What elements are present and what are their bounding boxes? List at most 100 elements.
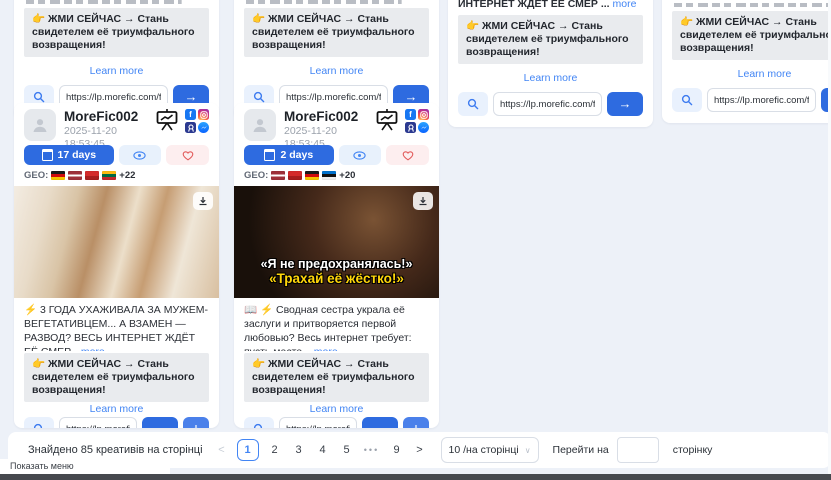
search-icon <box>253 91 265 103</box>
instagram-icon <box>198 109 209 120</box>
headline-banner: 👉 ЖМИ СЕЙЧАС → Стань свидетелем её триум… <box>244 353 429 402</box>
landing-url-input[interactable] <box>493 92 602 116</box>
overlay-line-1: «Я не предохранялась!» <box>234 257 439 271</box>
favorite-button[interactable] <box>166 145 209 165</box>
description-text: ⚡ 3 ГОДА УХАЖИВАЛА ЗА МУЖЕМ-ВЕГЕТАТИВЦЕМ… <box>24 304 208 351</box>
open-url-button[interactable]: → <box>362 417 398 428</box>
more-link[interactable]: more <box>613 0 637 10</box>
search-button[interactable] <box>24 417 54 428</box>
chevron-down-icon: ∨ <box>525 446 531 455</box>
preview-button[interactable] <box>119 145 162 165</box>
description-text: 📖 ⚡ Сводная сестра украла её заслуги и п… <box>244 304 412 351</box>
days-running-button[interactable]: 2 days <box>244 145 334 165</box>
profile-name: MoreFic002 <box>284 109 375 125</box>
presentation-chart-icon[interactable] <box>155 109 179 131</box>
creative-card-partial: 👉 ЖМИ СЕЙЧАС → Стань свидетелем её триум… <box>14 0 219 120</box>
page-button-5[interactable]: 5 <box>339 444 355 456</box>
creative-image[interactable] <box>14 186 219 298</box>
more-link[interactable]: more <box>81 346 105 351</box>
arrow-right-icon: → <box>374 421 387 428</box>
search-button[interactable] <box>244 417 274 428</box>
days-label: 17 days <box>58 149 97 161</box>
audience-network-icon <box>405 122 416 133</box>
banner-text: 👉 ЖМИ СЕЙЧАС → Стань свидетелем её триум… <box>32 358 195 396</box>
creative-card: MoreFic002 2025-11-20 18:53:45 f 2 days … <box>234 103 439 428</box>
learn-more-link[interactable]: Learn more <box>24 402 209 416</box>
audience-network-icon <box>185 122 196 133</box>
download-icon <box>411 424 421 428</box>
creative-image[interactable]: «Я не предохранялась!» «Трахай её жёстко… <box>234 186 439 298</box>
banner-text: 👉 ЖМИ СЕЙЧАС → Стань свидетелем её триум… <box>466 20 629 58</box>
landing-url-input[interactable] <box>707 88 816 112</box>
messenger-icon <box>198 122 209 133</box>
flag-ee-icon <box>322 171 336 180</box>
geo-flags <box>51 171 116 180</box>
search-icon <box>467 98 479 110</box>
geo-more-count[interactable]: +22 <box>119 170 135 181</box>
arrow-right-icon: → <box>154 421 167 428</box>
search-button[interactable] <box>672 88 702 112</box>
geo-label: GEO: <box>244 170 268 181</box>
page-button-4[interactable]: 4 <box>315 444 331 456</box>
banner-text: 👉 ЖМИ СЕЙЧАС → Стань свидетелем её триум… <box>680 16 831 54</box>
flag-de-icon <box>305 171 319 180</box>
download-icon <box>418 196 428 206</box>
favorite-button[interactable] <box>386 145 429 165</box>
days-running-button[interactable]: 17 days <box>24 145 114 165</box>
heart-icon <box>182 150 194 161</box>
messenger-icon <box>418 122 429 133</box>
open-url-button[interactable]: → <box>142 417 178 428</box>
download-image-button[interactable] <box>193 192 213 210</box>
landing-url-row: → <box>458 91 643 117</box>
eye-icon <box>133 151 146 160</box>
geo-more-count[interactable]: +20 <box>339 170 355 181</box>
landing-url-row: → <box>244 416 429 428</box>
search-button[interactable] <box>458 92 488 116</box>
person-icon <box>31 116 49 134</box>
headline-banner: 👉 ЖМИ СЕЙЧАС → Стань свидетелем её триум… <box>24 353 209 402</box>
results-count: Знайдено 85 креативів на сторінці <box>28 444 203 456</box>
search-icon <box>33 91 45 103</box>
header-icons: f <box>375 109 429 133</box>
download-icon <box>198 196 208 206</box>
learn-more-link[interactable]: Learn more <box>672 67 831 81</box>
creative-description: 📖 ⚡ Сводная сестра украла её заслуги и п… <box>244 298 429 351</box>
per-page-value: 10 /на сторінці <box>449 444 519 456</box>
learn-more-link[interactable]: Learn more <box>458 71 643 85</box>
download-creative-button[interactable] <box>183 417 209 428</box>
heart-icon <box>402 150 414 161</box>
download-icon <box>191 424 201 428</box>
learn-more-link[interactable]: Learn more <box>24 64 209 78</box>
learn-more-link[interactable]: Learn more <box>244 64 429 78</box>
facebook-icon: f <box>185 109 196 120</box>
learn-more-link[interactable]: Learn more <box>244 402 429 416</box>
presentation-chart-icon[interactable] <box>375 109 399 131</box>
page-button-1[interactable]: 1 <box>237 439 259 461</box>
goto-page-input[interactable] <box>617 437 659 463</box>
page-button-2[interactable]: 2 <box>267 444 283 456</box>
clipped-text-line <box>26 0 207 4</box>
calendar-icon <box>264 149 275 161</box>
overlay-line-2: «Трахай её жёстко!» <box>234 271 439 286</box>
open-url-button[interactable]: → <box>607 92 643 116</box>
facebook-icon: f <box>405 109 416 120</box>
goto-suffix: сторінку <box>673 444 713 456</box>
show-menu-button[interactable]: Показать меню <box>0 459 170 474</box>
more-link[interactable]: more <box>314 346 338 351</box>
per-page-select[interactable]: 10 /на сторінці ∨ <box>441 437 539 463</box>
creative-card-partial: 👉 ЖМИ СЕЙЧАС → Стань свидетелем её триум… <box>662 0 831 123</box>
prev-page-button[interactable]: < <box>215 444 229 456</box>
page-button-3[interactable]: 3 <box>291 444 307 456</box>
landing-url-input[interactable] <box>279 417 357 428</box>
creative-card: MoreFic002 2025-11-20 18:53:45 f 17 days… <box>14 103 219 428</box>
pagination-ellipsis[interactable]: ••• <box>363 445 381 455</box>
profile-name: MoreFic002 <box>64 109 155 125</box>
page-button-9[interactable]: 9 <box>389 444 405 456</box>
preview-button[interactable] <box>339 145 382 165</box>
landing-url-input[interactable] <box>59 417 137 428</box>
person-icon <box>251 116 269 134</box>
next-page-button[interactable]: > <box>413 444 427 456</box>
download-creative-button[interactable] <box>403 417 429 428</box>
clipped-text-line <box>246 0 427 4</box>
download-image-button[interactable] <box>413 192 433 210</box>
